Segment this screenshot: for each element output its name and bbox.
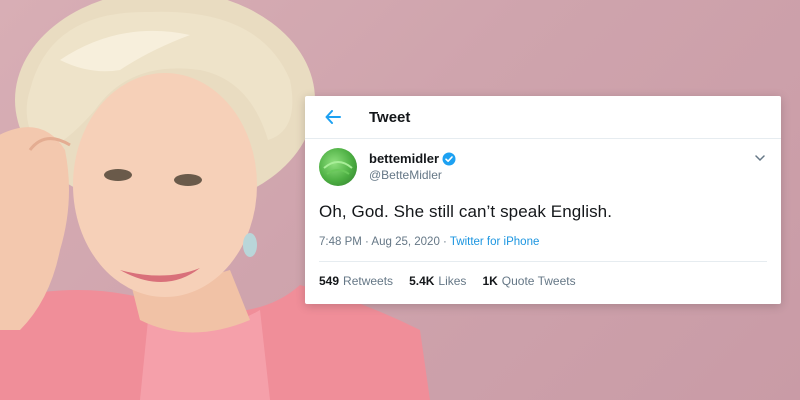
- arrow-left-icon[interactable]: [323, 107, 343, 127]
- verified-badge-icon: [442, 152, 456, 166]
- tweet-text: Oh, God. She still can’t speak English.: [319, 202, 613, 221]
- handle[interactable]: @BetteMidler: [369, 168, 442, 182]
- retweets-stat[interactable]: 549 Retweets: [319, 274, 393, 288]
- chevron-down-icon[interactable]: [753, 151, 767, 165]
- stat-label: Likes: [438, 274, 467, 288]
- display-name-wrap: bettemidler: [369, 151, 456, 166]
- stat-label: Retweets: [343, 274, 394, 288]
- divider: [319, 261, 767, 262]
- display-name[interactable]: bettemidler: [369, 151, 439, 166]
- tweet-meta: 7:48 PM · Aug 25, 2020 · Twitter for iPh…: [319, 236, 539, 248]
- author-row: bettemidler @BetteMidler: [317, 148, 769, 186]
- avatar[interactable]: [319, 148, 357, 186]
- stats-row: 549 Retweets 5.4K Likes 1K Quote Tweets: [319, 274, 592, 288]
- meta-separator: ·: [443, 236, 450, 248]
- header-title: Tweet: [369, 108, 411, 126]
- quote-tweets-stat[interactable]: 1K Quote Tweets: [482, 274, 575, 288]
- tweet-date[interactable]: Aug 25, 2020: [371, 236, 439, 248]
- stat-label: Quote Tweets: [501, 274, 576, 288]
- stat-count: 1K: [482, 274, 498, 288]
- tweet-source[interactable]: Twitter for iPhone: [450, 236, 539, 248]
- tweet-header: Tweet: [305, 96, 781, 139]
- stat-count: 549: [319, 274, 340, 288]
- likes-stat[interactable]: 5.4K Likes: [409, 274, 466, 288]
- tweet-card: Tweet bettemidler @BetteMidler Oh, God. …: [305, 96, 781, 304]
- stat-count: 5.4K: [409, 274, 435, 288]
- tweet-time[interactable]: 7:48 PM: [319, 236, 362, 248]
